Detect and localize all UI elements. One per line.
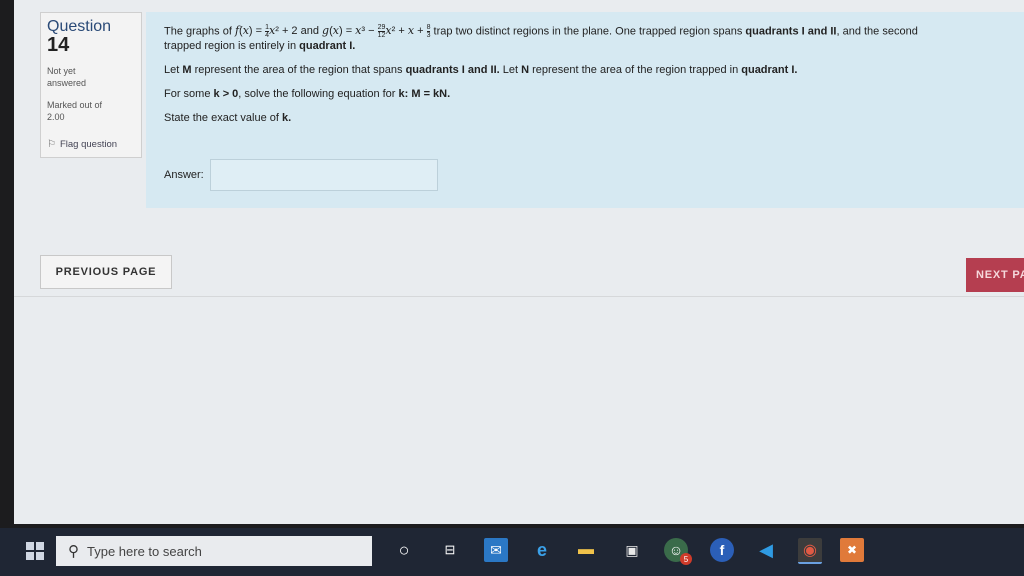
- q-text: State the exact value of: [164, 112, 283, 124]
- q-text: trap two distinct regions in the plane. …: [430, 25, 746, 38]
- search-placeholder: Type here to search: [87, 543, 202, 559]
- q-bold: quadrants I and II: [745, 25, 837, 38]
- q-text: Let: [499, 64, 522, 76]
- q-bold: quadrant I.: [741, 64, 798, 76]
- q-text: , solve the following equation for: [238, 88, 399, 100]
- search-icon: ⚲: [68, 543, 79, 560]
- question-label: Question: [47, 18, 112, 35]
- q-bold: N: [521, 64, 530, 76]
- math-f-definition: f(x) = 1 4 x² + 2 and g(x) = x³ − 29 12 x² +…: [234, 24, 431, 39]
- divider: [14, 296, 1024, 297]
- q-bold: k > 0: [213, 88, 239, 100]
- q-text: trapped region is entirely in: [164, 40, 300, 52]
- flag-question-link[interactable]: ⚐ Flag question: [47, 139, 135, 150]
- next-page-button[interactable]: NEXT PA: [966, 258, 1024, 292]
- q-text: For some: [164, 88, 214, 100]
- q-bold: quadrant I.: [299, 40, 356, 52]
- status-line-2: answered: [47, 78, 87, 88]
- q-text: represent the area of the region that sp…: [191, 64, 406, 76]
- previous-page-button[interactable]: PREVIOUS PAGE: [40, 255, 172, 289]
- question-info-box: Question 14 Not yet answered Marked out …: [40, 12, 142, 158]
- chrome-icon[interactable]: ◉: [798, 538, 822, 564]
- cortana-icon[interactable]: ○: [392, 538, 416, 562]
- xampp-icon[interactable]: ✖: [840, 538, 864, 562]
- q-bold: M: [182, 64, 192, 76]
- mail-icon[interactable]: ✉: [484, 538, 508, 562]
- answer-label: Answer:: [164, 169, 204, 181]
- file-explorer-icon[interactable]: ▬: [574, 538, 598, 562]
- q-bold: k: M = kN.: [398, 88, 451, 100]
- q-bold: quadrants I and II.: [405, 64, 500, 76]
- edge-browser-icon[interactable]: e: [530, 538, 554, 562]
- q-text: represent the area of the region trapped…: [529, 64, 742, 76]
- question-paragraph-3: For some k > 0, solve the following equa…: [164, 87, 1006, 101]
- browser-page: Question 14 Not yet answered Marked out …: [14, 0, 1024, 524]
- question-paragraph-4: State the exact value of k.: [164, 111, 1006, 125]
- taskbar-search-box[interactable]: ⚲ Type here to search: [56, 536, 372, 566]
- answer-row: Answer:: [164, 159, 438, 191]
- store-icon[interactable]: ▣: [620, 538, 644, 562]
- question-paragraph-1: The graphs of f(x) = 1 4 x² + 2 and g(x) =…: [164, 24, 1006, 53]
- windows-taskbar: ⚲ Type here to search ○ ⊟ ✉ e ▬ ▣ ☺ 5 f ◀…: [0, 528, 1024, 576]
- marked-out-of-value: 2.00: [47, 112, 65, 122]
- q-text: Let: [164, 64, 183, 76]
- q-text: The graphs of: [164, 25, 235, 38]
- status-line-1: Not yet: [47, 66, 76, 76]
- windows-start-icon[interactable]: [26, 542, 44, 560]
- answer-input[interactable]: [209, 159, 438, 191]
- flag-question-label: Flag question: [59, 139, 118, 150]
- question-number: 14: [47, 34, 70, 56]
- question-content: The graphs of f(x) = 1 4 x² + 2 and g(x) =…: [146, 12, 1024, 208]
- task-view-icon[interactable]: ⊟: [438, 538, 462, 562]
- q-text: , and the second: [836, 25, 918, 38]
- facebook-icon[interactable]: f: [710, 538, 734, 562]
- notification-badge: 5: [680, 553, 692, 565]
- flag-icon: ⚐: [47, 139, 56, 150]
- vscode-icon[interactable]: ◀: [754, 538, 778, 562]
- chat-app-icon[interactable]: ☺ 5: [664, 538, 692, 565]
- q-bold: k.: [282, 112, 292, 124]
- marked-out-of-label: Marked out of: [47, 100, 103, 110]
- question-paragraph-2: Let M represent the area of the region t…: [164, 63, 1006, 77]
